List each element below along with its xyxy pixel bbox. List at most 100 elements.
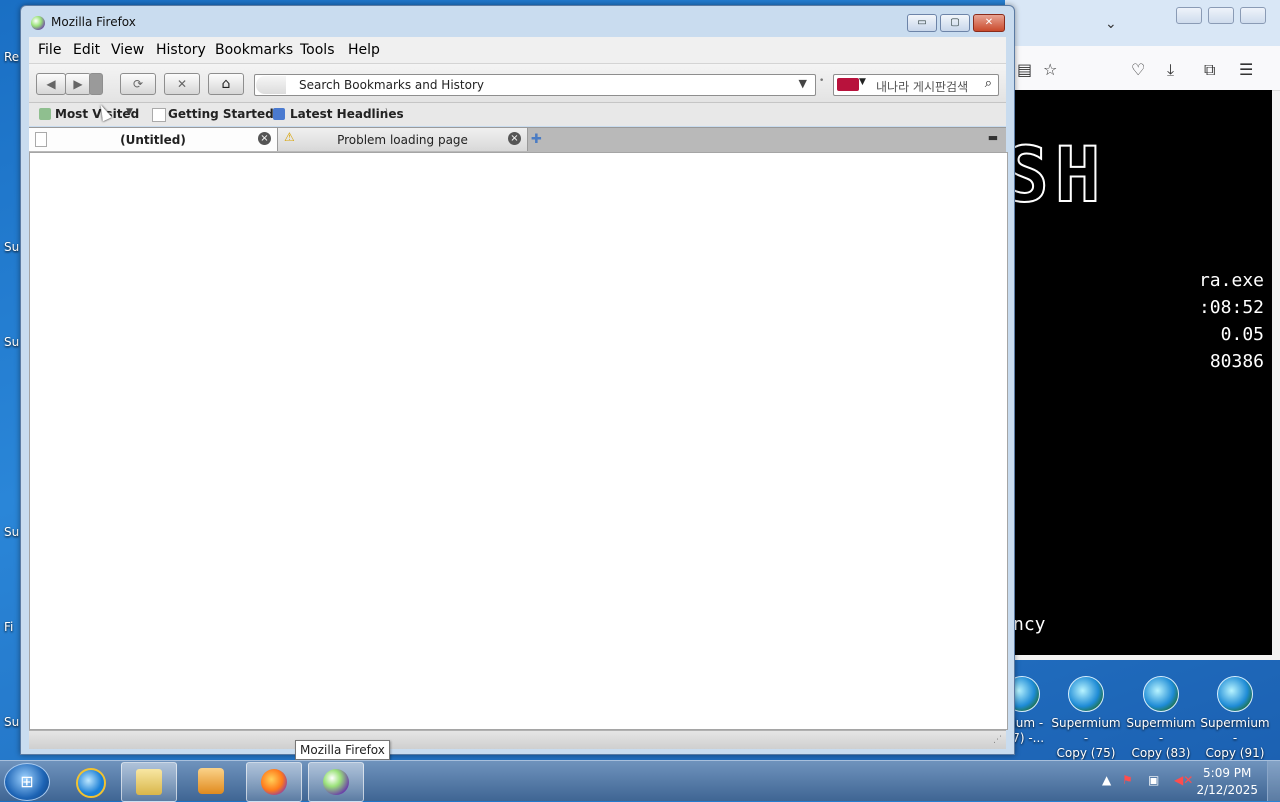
search-placeholder: 내나라 게시판검색 [876,80,969,94]
reader-view-icon[interactable]: ▤ [1017,60,1032,79]
status-bar: ⋰ [29,730,1006,749]
search-icon[interactable]: ⌕ [985,76,992,91]
tab-untitled[interactable]: (Untitled) × [29,128,278,151]
search-bar[interactable]: ▼ 내나라 게시판검색 ⌕ [833,74,999,96]
menu-view[interactable]: View [111,42,144,58]
star-icon[interactable]: ☆ [1043,60,1057,79]
bookmarks-toolbar: Most Visited ▼ Getting Started Latest He… [29,103,1006,126]
back-button[interactable]: ◀ [36,73,66,95]
firefox-logo-icon [31,16,45,30]
shortcut-label: Supermium - [1200,716,1270,745]
chevron-down-icon[interactable]: ⌄ [1105,16,1117,32]
ascii-banner: SH [1013,129,1107,220]
title-bar[interactable]: Mozilla Firefox ▭ ▢ ✕ [21,6,1014,36]
shortcut-label: Supermium - [1126,716,1196,745]
pocket-icon[interactable]: ♡ [1131,60,1145,79]
action-center-icon[interactable]: ⚑ [1122,773,1133,787]
desktop-label[interactable]: Su [4,335,19,349]
chevron-down-icon[interactable]: ▼ [859,77,866,87]
background-browser-window[interactable]: ⌄ ▤ ☆ ♡ ⤓ ⧉ ☰ SH ra.exe :08:52 0.05 8038… [1005,0,1280,660]
url-bar[interactable]: Search Bookmarks and History ▼ [254,74,816,96]
taskbar-explorer[interactable] [121,762,177,802]
taskbar-mozilla-firefox[interactable] [308,762,364,802]
start-button[interactable]: ⊞ [4,763,50,801]
page-content[interactable] [29,152,1008,730]
supermium-icon [1217,676,1253,712]
window-title: Mozilla Firefox [51,15,136,29]
bookmark-getting-started[interactable]: Getting Started [168,107,274,121]
rss-feed-icon [273,108,285,120]
info-line: ra.exe [1198,270,1264,291]
supermium-icon [1143,676,1179,712]
info-line: :08:52 [1198,297,1264,318]
desktop-label[interactable]: Su [4,240,19,254]
new-tab-button[interactable]: ✚ [531,132,542,147]
close-button[interactable] [1240,7,1266,24]
system-tray: ▲ ⚑ ▣ ◀✕ 5:09 PM 2/12/2025 [1080,761,1280,801]
forward-button[interactable]: ▶ [65,73,91,95]
folder-icon [136,769,162,795]
internet-explorer-icon [76,768,106,798]
menu-tools[interactable]: Tools [300,42,335,58]
desktop-label[interactable]: Fi [4,620,13,634]
list-all-tabs-icon[interactable]: ▬ [984,131,1002,147]
menu-help[interactable]: Help [348,42,380,58]
menu-bookmarks[interactable]: Bookmarks [215,42,293,58]
supermium-icon [1068,676,1104,712]
taskbar-media-player[interactable] [184,762,238,800]
show-desktop-button[interactable] [1267,761,1280,801]
mozilla-firefox-icon [323,769,349,795]
stop-button[interactable]: ✕ [164,73,200,95]
resize-grip-icon[interactable]: ⋰ [993,735,1002,745]
clock-date: 2/12/2025 [1196,783,1258,797]
toolbar-separator-icon: • [819,76,825,86]
minimize-button[interactable]: ▭ [907,14,937,32]
taskbar-firefox[interactable] [246,762,302,802]
reload-button[interactable]: ⟳ [120,73,156,95]
windows-logo-icon: ⊞ [20,772,34,791]
home-button[interactable]: ⌂ [208,73,244,95]
page-icon [152,108,166,122]
network-icon[interactable]: ▣ [1148,773,1159,787]
tab-bar: (Untitled) × ⚠ Problem loading page × ✚ … [29,127,1006,152]
menu-history[interactable]: History [156,42,206,58]
close-tab-icon[interactable]: × [258,132,271,145]
background-toolbar: ▤ ☆ ♡ ⤓ ⧉ ☰ [1005,46,1280,91]
desktop-label[interactable]: Su [4,525,19,539]
hamburger-menu-icon[interactable]: ☰ [1239,60,1253,79]
shortcut-label: Supermium - [1051,716,1121,745]
tab-problem-loading[interactable]: ⚠ Problem loading page × [278,128,528,151]
clock[interactable]: 5:09 PM 2/12/2025 [1196,765,1258,799]
info-line: 80386 [1209,351,1264,372]
maximize-button[interactable]: ▢ [940,14,970,32]
history-dropdown-button[interactable] [89,73,103,95]
taskbar: ⊞ ▲ ⚑ ▣ ◀✕ 5:09 PM 2/12/2025 [0,760,1280,802]
minimize-button[interactable] [1176,7,1202,24]
navigation-toolbar: ◀ ▶ ⟳ ✕ ⌂ Search Bookmarks and History ▼… [29,64,1006,103]
taskbar-ie[interactable] [62,762,116,800]
desktop-label[interactable]: Re [4,50,19,64]
volume-muted-icon[interactable]: ◀✕ [1174,773,1193,787]
site-identity-icon[interactable] [256,76,286,94]
desktop-label[interactable]: Su [4,715,19,729]
menu-file[interactable]: File [38,42,61,58]
maximize-button[interactable] [1208,7,1234,24]
info-line: ncy [1013,614,1046,635]
close-tab-icon[interactable]: × [508,132,521,145]
dropdown-arrow-icon[interactable]: ▼ [799,77,807,90]
menu-edit[interactable]: Edit [73,42,100,58]
close-button[interactable]: ✕ [973,14,1005,32]
background-titlebar: ⌄ [1005,0,1280,46]
most-visited-icon [39,108,51,120]
media-player-icon [198,768,224,794]
taskbar-tooltip: Mozilla Firefox [295,740,390,760]
extensions-icon[interactable]: ⧉ [1204,60,1215,80]
terminal-content: SH ra.exe :08:52 0.05 80386 ncy [1013,90,1272,655]
firefox-window[interactable]: Mozilla Firefox ▭ ▢ ✕ File Edit View His… [20,5,1015,755]
download-icon[interactable]: ⤓ [1167,60,1174,80]
clock-time: 5:09 PM [1203,766,1252,780]
search-engine-icon[interactable] [837,78,859,91]
show-hidden-icons-icon[interactable]: ▲ [1102,773,1111,787]
chevron-down-icon[interactable]: ▼ [126,107,133,117]
info-line: 0.05 [1220,324,1264,345]
